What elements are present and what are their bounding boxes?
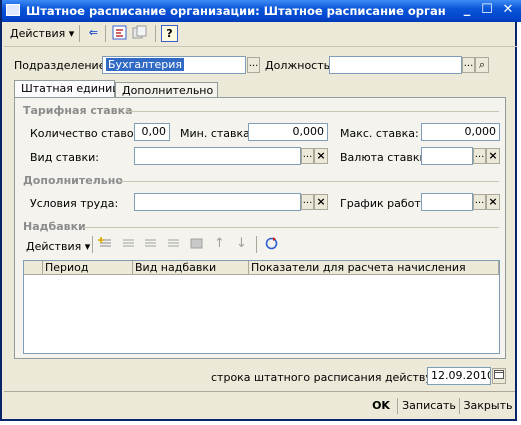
max-rate-field[interactable]: 0,000: [421, 123, 500, 141]
allowances-actions-label: Действия: [26, 240, 82, 253]
search-icon[interactable]: ⌕: [475, 57, 489, 73]
max-rate-label: Макс. ставка:: [340, 127, 419, 140]
toolbar-divider: [256, 236, 257, 253]
currency-select-button[interactable]: ...: [473, 148, 486, 164]
effective-date-field[interactable]: 12.09.2010: [427, 367, 491, 385]
section-tariff-title: Тарифная ставка: [23, 104, 133, 117]
calendar-icon[interactable]: [492, 368, 506, 384]
department-label: Подразделение:: [14, 59, 110, 72]
copy-row-icon[interactable]: [120, 236, 137, 253]
work-schedule-label: График работы:: [340, 197, 434, 210]
chevron-down-icon: ▾: [68, 27, 75, 40]
position-field[interactable]: [329, 56, 462, 74]
copy-icon[interactable]: [131, 25, 148, 42]
add-row-icon[interactable]: [97, 236, 114, 253]
move-up-icon[interactable]: ↑: [211, 236, 228, 253]
toolbar: Действия ▾ ⇐ ?: [4, 22, 517, 47]
help-icon[interactable]: ?: [161, 25, 178, 42]
edit-row-icon[interactable]: [142, 236, 159, 253]
end-edit-icon[interactable]: [188, 236, 205, 253]
tab-staff-unit[interactable]: Штатная единица: [14, 80, 126, 98]
rate-type-clear-icon[interactable]: ×: [314, 148, 328, 164]
rate-type-select-button[interactable]: ...: [301, 148, 314, 164]
min-rate-label: Мин. ставка:: [180, 127, 254, 140]
labor-conditions-field[interactable]: [134, 193, 301, 211]
allowances-table[interactable]: Период Вид надбавки Показатели для расче…: [23, 260, 500, 354]
labor-conditions-select-button[interactable]: ...: [301, 194, 314, 210]
actions-menu[interactable]: Действия ▾: [10, 27, 74, 40]
currency-field[interactable]: [421, 147, 473, 165]
department-value: Бухгалтерия: [106, 58, 185, 71]
ok-button[interactable]: OK: [366, 396, 396, 416]
position-select-button[interactable]: ...: [462, 57, 475, 73]
rate-count-field[interactable]: 0,00: [134, 123, 170, 141]
currency-label: Валюта ставки:: [340, 151, 431, 164]
allowances-actions-menu[interactable]: Действия ▾: [26, 240, 90, 253]
back-arrow-icon[interactable]: ⇐: [85, 25, 102, 42]
title-bar: Штатное расписание организации: Штатное …: [2, 0, 521, 22]
maximize-button[interactable]: ☐: [478, 2, 496, 19]
table-header-marker: [24, 261, 43, 275]
tab-additional[interactable]: Дополнительно: [115, 82, 218, 98]
toolbar-divider: [92, 236, 93, 253]
window: Штатное расписание организации: Штатное …: [0, 0, 521, 421]
work-schedule-field[interactable]: [421, 193, 473, 211]
department-select-button[interactable]: ...: [247, 57, 260, 73]
rate-type-field[interactable]: [134, 147, 301, 165]
department-field[interactable]: Бухгалтерия: [102, 56, 246, 74]
column-header-period[interactable]: Период: [43, 261, 133, 275]
chevron-down-icon: ▾: [84, 240, 91, 253]
close-form-button[interactable]: Закрыть: [461, 396, 515, 416]
actions-menu-label: Действия: [10, 27, 66, 40]
toolbar-divider: [155, 25, 156, 42]
column-header-allowance-type[interactable]: Вид надбавки: [133, 261, 249, 275]
work-schedule-clear-icon[interactable]: ×: [486, 194, 500, 210]
footer-button-divider: [397, 398, 398, 414]
currency-clear-icon[interactable]: ×: [486, 148, 500, 164]
position-label: Должность:: [265, 59, 334, 72]
rate-type-label: Вид ставки:: [30, 151, 99, 164]
section-divider: [126, 111, 499, 112]
toolbar-divider: [79, 25, 80, 42]
section-additional-title: Дополнительно: [23, 174, 123, 187]
delete-row-icon[interactable]: [165, 236, 182, 253]
footer-divider: [4, 391, 515, 392]
section-allowances-title: Надбавки: [23, 220, 86, 233]
minimize-button[interactable]: _: [458, 2, 476, 19]
app-icon: [6, 4, 20, 16]
move-down-icon[interactable]: ↓: [233, 236, 250, 253]
rate-count-label: Количество ставок:: [30, 127, 144, 140]
refresh-icon[interactable]: [263, 236, 280, 253]
labor-conditions-label: Условия труда:: [30, 197, 119, 210]
min-rate-field[interactable]: 0,000: [248, 123, 328, 141]
work-schedule-select-button[interactable]: ...: [473, 194, 486, 210]
column-header-indicators[interactable]: Показатели для расчета начисления: [249, 261, 499, 275]
section-divider: [82, 227, 499, 228]
section-divider: [118, 181, 499, 182]
labor-conditions-clear-icon[interactable]: ×: [314, 194, 328, 210]
effective-date-label: строка штатного расписания действует с:: [211, 371, 459, 384]
footer-button-divider: [459, 398, 460, 414]
window-title: Штатное расписание организации: Штатное …: [26, 4, 446, 18]
toolbar-divider: [105, 25, 106, 42]
save-button[interactable]: Записать: [400, 396, 458, 416]
hierarchy-icon[interactable]: [111, 25, 128, 42]
close-button[interactable]: ✕: [499, 2, 517, 19]
